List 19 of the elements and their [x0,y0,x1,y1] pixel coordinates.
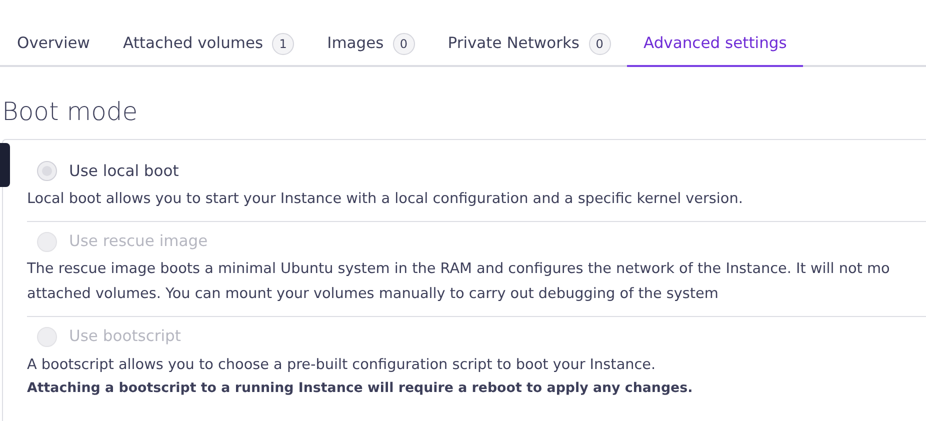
section-title: Boot mode [2,96,139,128]
count-badge: 1 [272,32,294,55]
tab[interactable]: Overview [0,24,106,68]
tab[interactable]: Private Networks 0 [430,24,627,68]
count-badge: 0 [392,32,415,55]
count-badge: 0 [588,32,611,55]
radio-button[interactable] [37,161,57,182]
option-description: The rescue image boots a minimal Ubuntu system in the RAM and configures the network of the Instance. It will not mo [27,260,891,280]
option-label: Use bootscript [69,326,181,348]
option-label: Use local boot [69,160,179,182]
tab[interactable]: Images 0 [310,24,431,68]
warning-text: Attaching a bootscript to a running Instance will require a reboot to apply any changes. [27,380,693,398]
tab[interactable]: Advanced settings [626,24,803,68]
option-description: A bootscript allows you to choose a pre-built configuration script to boot your Instance. [27,356,657,374]
option-label: Use rescue image [69,231,208,252]
side-handle[interactable] [0,143,10,187]
tab[interactable]: Attached volumes 1 [106,24,310,68]
option-description: Local boot allows you to start your Instance with a local configuration and a specific kernel version. [27,190,744,209]
option-description: attached volumes. You can mount your volumes manually to carry out debugging of the system [27,285,720,304]
